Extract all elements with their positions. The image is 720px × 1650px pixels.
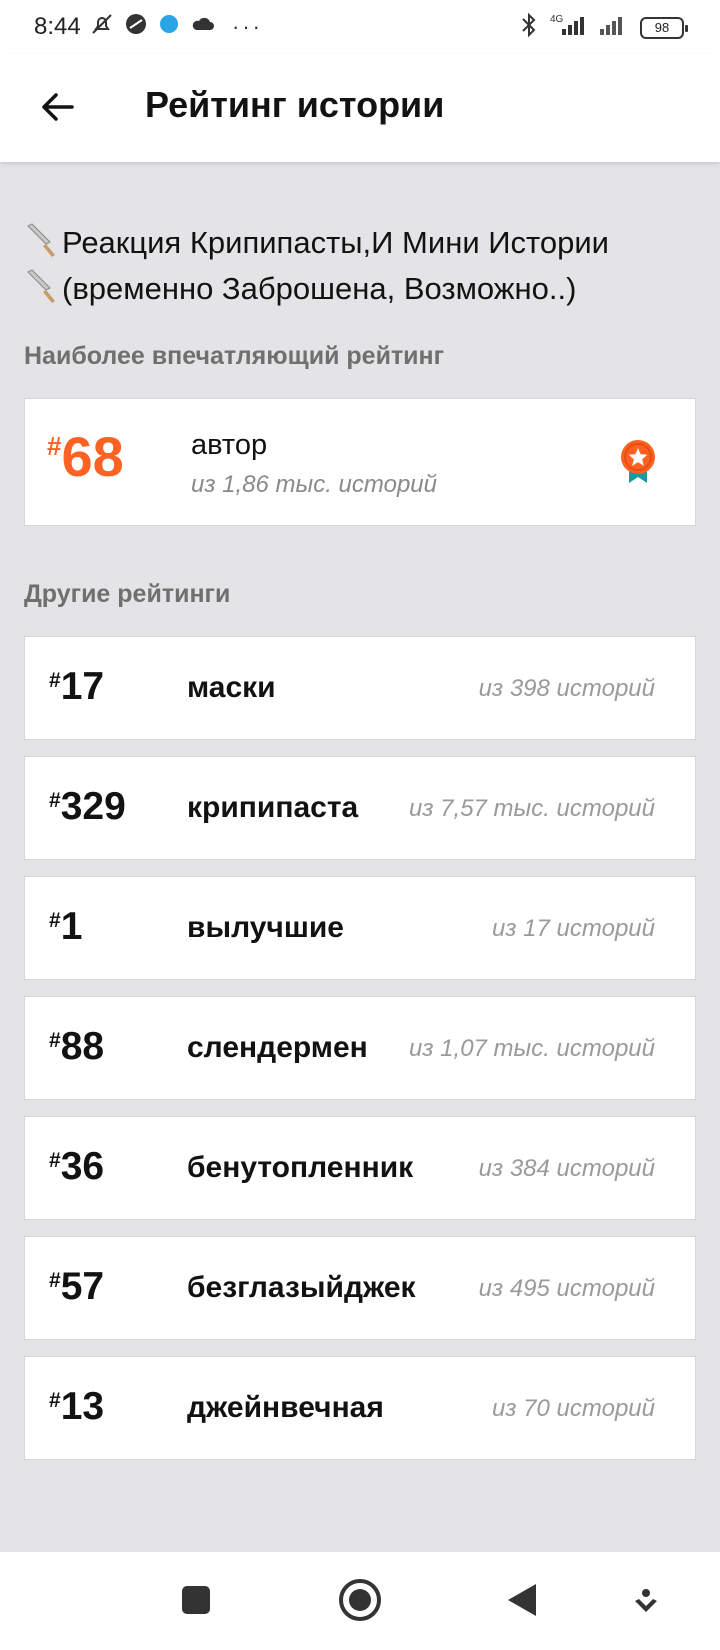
battery-icon: 98 bbox=[640, 16, 688, 39]
back-button[interactable] bbox=[30, 80, 84, 134]
knife-emoji-icon bbox=[24, 222, 62, 268]
page-title: Рейтинг истории bbox=[145, 84, 445, 125]
ranking-rank: #1 bbox=[49, 905, 83, 948]
ranking-tag-name: слендермен bbox=[187, 1031, 368, 1064]
featured-ranking-card[interactable]: #68 автор из 1,86 тыс. историй bbox=[24, 398, 696, 526]
rank-number: 68 bbox=[61, 425, 124, 488]
ribbon-star-icon bbox=[619, 439, 657, 490]
ranking-row[interactable]: #329 крипипаста из 7,57 тыс. историй bbox=[24, 756, 696, 860]
rank-hash: # bbox=[47, 431, 62, 461]
ranking-row[interactable]: #17 маски из 398 историй bbox=[24, 636, 696, 740]
story-title: Реакция Крипипасты,И Мини Истории (време… bbox=[24, 222, 704, 314]
status-notification-icons: ··· bbox=[90, 12, 263, 41]
featured-tag-name: автор bbox=[191, 429, 268, 461]
home-circle-icon bbox=[339, 1579, 381, 1621]
ranking-row[interactable]: #36 бенутопленник из 384 историй bbox=[24, 1116, 696, 1220]
app-bar: Рейтинг истории bbox=[0, 54, 720, 162]
ranking-row[interactable]: #13 джейнвечная из 70 историй bbox=[24, 1356, 696, 1460]
signal-icon: 4G bbox=[548, 13, 588, 42]
assist-down-icon bbox=[635, 1589, 657, 1612]
story-title-line-1: Реакция Крипипасты,И Мини Истории bbox=[24, 222, 704, 268]
more-notifications-icon: ··· bbox=[232, 13, 263, 39]
recents-button[interactable] bbox=[180, 1584, 212, 1621]
ranking-row[interactable]: #57 безглазыйджек из 495 историй bbox=[24, 1236, 696, 1340]
featured-rank: #68 bbox=[47, 429, 124, 485]
nav-extra-button[interactable] bbox=[632, 1588, 660, 1621]
back-nav-button[interactable] bbox=[506, 1582, 538, 1623]
ranking-tag-name: крипипаста bbox=[187, 791, 359, 824]
ranking-story-count: из 17 историй bbox=[492, 915, 655, 942]
ranking-rank: #17 bbox=[49, 665, 105, 708]
arrow-left-icon bbox=[42, 93, 74, 121]
ranking-rank: #57 bbox=[49, 1265, 105, 1308]
status-time: 8:44 bbox=[34, 13, 81, 40]
ranking-tag-name: джейнвечная bbox=[187, 1391, 384, 1424]
muted-bell-icon bbox=[90, 12, 114, 41]
cloud-icon bbox=[190, 14, 216, 39]
featured-story-count: из 1,86 тыс. историй bbox=[191, 471, 437, 498]
ranking-tag-name: безглазыйджек bbox=[187, 1271, 416, 1304]
square-icon bbox=[182, 1586, 210, 1614]
ranking-row[interactable]: #1 вылучшие из 17 историй bbox=[24, 876, 696, 980]
signal-2-icon bbox=[598, 13, 630, 42]
ranking-tag-name: бенутопленник bbox=[187, 1151, 414, 1184]
ranking-story-count: из 384 историй bbox=[478, 1155, 655, 1182]
featured-section-label: Наиболее впечатляющий рейтинг bbox=[24, 342, 445, 370]
home-button[interactable] bbox=[338, 1578, 382, 1627]
other-rankings-section-label: Другие рейтинги bbox=[24, 580, 231, 608]
ranking-story-count: из 70 историй bbox=[492, 1395, 655, 1422]
ranking-story-count: из 7,57 тыс. историй bbox=[409, 795, 655, 822]
triangle-back-icon bbox=[508, 1584, 536, 1616]
ranking-story-count: из 398 историй bbox=[478, 675, 655, 702]
ranking-rank: #36 bbox=[49, 1145, 105, 1188]
ranking-tag-name: вылучшие bbox=[187, 911, 344, 944]
bluetooth-icon bbox=[520, 12, 538, 43]
ranking-row[interactable]: #88 слендермен из 1,07 тыс. историй bbox=[24, 996, 696, 1100]
ranking-story-count: из 1,07 тыс. историй bbox=[409, 1035, 655, 1062]
svg-text:4G: 4G bbox=[550, 14, 564, 25]
ranking-tag-name: маски bbox=[187, 671, 276, 704]
ranking-rank: #13 bbox=[49, 1385, 105, 1428]
ranking-story-count: из 495 историй bbox=[478, 1275, 655, 1302]
system-nav-bar bbox=[0, 1552, 720, 1650]
app-circle-icon bbox=[124, 12, 148, 41]
app-blue-icon bbox=[158, 13, 180, 40]
status-system-icons: 4G 98 bbox=[520, 12, 688, 43]
status-bar: 8:44 ··· 4G 98 bbox=[0, 0, 720, 54]
story-title-line-2: (временно Заброшена, Возможно..) bbox=[24, 268, 704, 314]
knife-emoji-icon bbox=[24, 268, 62, 314]
ranking-rank: #329 bbox=[49, 785, 126, 828]
ranking-rank: #88 bbox=[49, 1025, 105, 1068]
